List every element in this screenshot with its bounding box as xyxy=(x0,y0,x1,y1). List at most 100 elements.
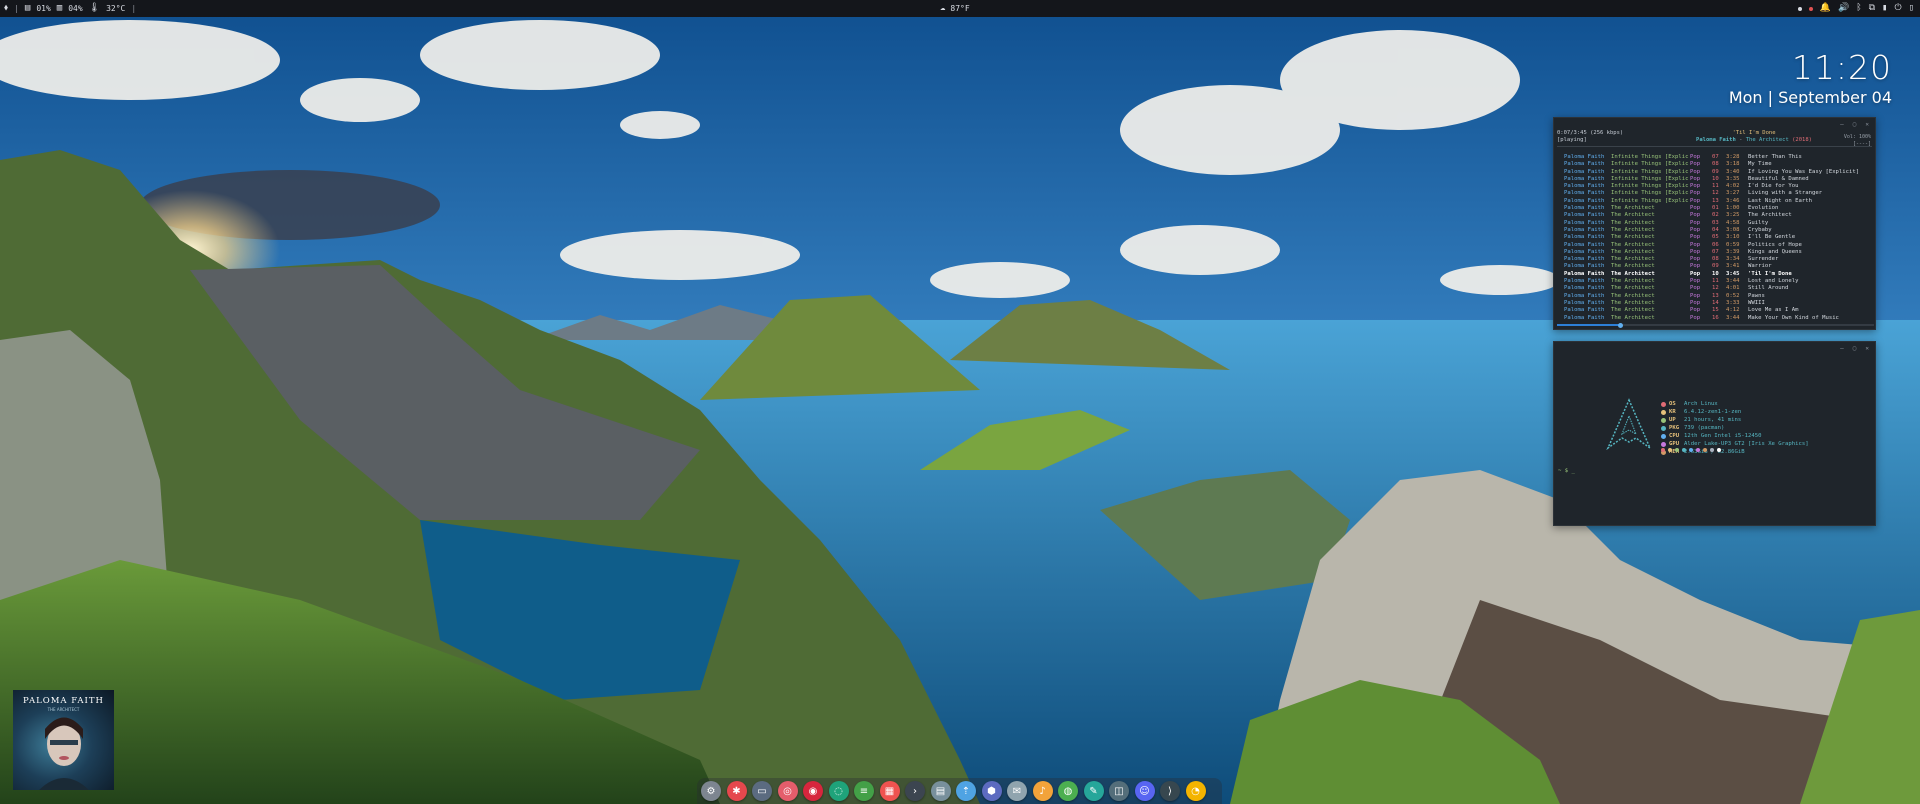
monitor-icon[interactable]: ◫ xyxy=(1109,781,1129,801)
maps-icon[interactable]: ◍ xyxy=(1058,781,1078,801)
track-album: Infinite Things [Explic xyxy=(1611,154,1689,160)
maximize-icon[interactable]: ▢ xyxy=(1853,121,1857,128)
now-playing-artist: Paloma Faith xyxy=(1696,137,1736,143)
bluetooth-icon[interactable]: ᛒ xyxy=(1856,0,1861,17)
arch-logo-icon[interactable]: ⬧ xyxy=(4,0,8,17)
chrome-icon[interactable]: ◔ xyxy=(1185,781,1206,801)
app-red-gear-icon[interactable]: ✱ xyxy=(726,781,747,801)
track-title: Guilty xyxy=(1748,219,1769,226)
settings-icon[interactable]: ⚙ xyxy=(701,781,721,801)
track-genre: Pop xyxy=(1690,307,1701,314)
volume-icon[interactable]: 🔊 xyxy=(1838,0,1849,17)
track-artist: Paloma Faith xyxy=(1564,226,1605,233)
debian-icon[interactable]: ◉ xyxy=(803,781,823,801)
screen-icon[interactable]: ▭ xyxy=(752,781,772,801)
playlist-row[interactable]: Paloma Faith The Architect Pop 01 1:00 Evolut… xyxy=(1564,205,1859,212)
shield-icon[interactable]: ⬢ xyxy=(981,781,1002,801)
terminal-icon[interactable]: › xyxy=(905,781,925,801)
minimize-icon[interactable]: — xyxy=(1840,345,1844,352)
playlist-row[interactable]: Paloma Faith Infinite Things [Explic Pop 12… xyxy=(1564,190,1859,197)
close-icon[interactable]: ✕ xyxy=(1865,345,1869,352)
track-length: 0:52 xyxy=(1726,292,1740,299)
calendar-icon[interactable]: ▦ xyxy=(879,781,900,801)
battery-icon[interactable]: ▮ xyxy=(1882,0,1887,17)
playlist-row[interactable]: Paloma Faith The Architect Pop 08 3:34 Surren… xyxy=(1564,256,1859,263)
track-title: Lost and Lonely xyxy=(1748,278,1799,285)
track-artist: Paloma Faith xyxy=(1564,256,1605,263)
stack-icon[interactable]: ≡ xyxy=(854,781,874,801)
music-icon[interactable]: ♪ xyxy=(1032,781,1053,801)
track-year: 07 xyxy=(1712,154,1719,160)
playlist-row[interactable]: Paloma Faith The Architect Pop 16 3:44 Make Y… xyxy=(1564,315,1859,322)
playlist-row[interactable]: Paloma Faith Infinite Things [Explic Pop 07… xyxy=(1564,154,1859,161)
info-value: Alder Lake-UP3 GT2 [Iris Xe Graphics] xyxy=(1684,441,1809,447)
track-length: 4:02 xyxy=(1726,183,1740,190)
code-icon[interactable]: ⟩ xyxy=(1160,781,1180,801)
playlist-row[interactable]: Paloma Faith The Architect Pop 02 3:25 The Ar… xyxy=(1564,212,1859,219)
shell-prompt[interactable]: ~ $ _ xyxy=(1558,468,1575,474)
track-artist: Paloma Faith xyxy=(1564,197,1605,204)
track-genre: Pop xyxy=(1690,278,1701,285)
track-title: Politics of Hope xyxy=(1748,241,1802,248)
files-icon[interactable]: ▤ xyxy=(930,781,951,801)
feather-icon[interactable]: ✎ xyxy=(1083,781,1104,801)
maximize-icon[interactable]: ▢ xyxy=(1853,345,1857,352)
track-album: Infinite Things [Explic xyxy=(1611,168,1689,175)
playlist-row[interactable]: Paloma Faith Infinite Things [Explic Pop 10… xyxy=(1564,176,1859,183)
playlist-row[interactable]: Paloma Faith The Architect Pop 14 3:33 WWIII xyxy=(1564,300,1859,307)
album-art-widget[interactable]: PALOMA FAITH THE ARCHITECT xyxy=(13,690,114,790)
track-genre: Pop xyxy=(1690,234,1701,241)
track-length: 3:33 xyxy=(1726,299,1740,306)
seek-knob[interactable] xyxy=(1617,322,1623,328)
playback-progress-bar[interactable] xyxy=(1557,322,1874,328)
playlist-row[interactable]: Paloma Faith Infinite Things [Explic Pop 11… xyxy=(1564,183,1859,190)
track-genre: Pop xyxy=(1690,190,1701,197)
discord-icon[interactable]: ☺ xyxy=(1134,781,1155,801)
track-year: 11 xyxy=(1712,183,1719,190)
info-bullet-icon xyxy=(1661,409,1666,415)
weather-widget[interactable]: ☁ 87°F xyxy=(940,0,970,17)
close-icon[interactable]: ✕ xyxy=(1865,121,1869,128)
playlist-row[interactable]: Paloma Faith The Architect Pop 10 3:45 'Til I… xyxy=(1564,271,1859,278)
playlist-row[interactable]: Paloma Faith The Architect Pop 11 3:44 Lost a… xyxy=(1564,278,1859,285)
track-genre: Pop xyxy=(1690,168,1701,175)
playlist-row[interactable]: Paloma Faith Infinite Things [Explic Pop 09… xyxy=(1564,169,1859,176)
cpu-temperature: 32°C xyxy=(106,4,126,13)
track-length: 3:41 xyxy=(1726,263,1740,270)
bell-icon[interactable]: 🔔 xyxy=(1820,0,1831,17)
track-artist: Paloma Faith xyxy=(1564,307,1605,314)
playlist-row[interactable]: Paloma Faith The Architect Pop 13 0:52 Pawns xyxy=(1564,293,1859,300)
now-playing-title: 'Til I'm Done xyxy=(1732,130,1776,136)
upload-icon[interactable]: ⇡ xyxy=(956,781,976,801)
music-player-window[interactable]: — ▢ ✕ 0:07/3:45 (256 kbps) [playing] 'Ti… xyxy=(1553,117,1876,330)
system-info-window[interactable]: — ▢ ✕ OS Arch Linux KR 6.4.12-zen1-1-zen UP 2… xyxy=(1553,341,1876,526)
playlist-row[interactable]: Paloma Faith The Architect Pop 03 4:58 Guilty xyxy=(1564,220,1859,227)
network-icon[interactable]: ⧉ xyxy=(1869,0,1875,17)
power-icon[interactable]: ⏻ xyxy=(1894,0,1901,17)
track-album: The Architect xyxy=(1611,226,1655,233)
search-app-icon[interactable]: ◎ xyxy=(777,781,798,801)
mail-icon[interactable]: ✉ xyxy=(1007,781,1027,801)
playlist-row[interactable]: Paloma Faith Infinite Things [Explic Pop 13… xyxy=(1564,198,1859,205)
track-album: The Architect xyxy=(1611,314,1655,321)
now-playing-info: 'Til I'm Done Paloma Faith - The Archite… xyxy=(1654,130,1854,144)
playlist-row[interactable]: Paloma Faith The Architect Pop 04 3:08 Crybab… xyxy=(1564,227,1859,234)
track-title: Evolution xyxy=(1748,205,1779,212)
track-genre: Pop xyxy=(1690,175,1701,182)
playlist-row[interactable]: Paloma Faith The Architect Pop 12 4:01 Still … xyxy=(1564,285,1859,292)
menu-icon[interactable]: ▯ xyxy=(1909,0,1914,17)
system-info-row: GPU Alder Lake-UP3 GT2 [Iris Xe Graphics] xyxy=(1661,440,1809,448)
track-artist: Paloma Faith xyxy=(1564,241,1605,248)
playlist-row[interactable]: Paloma Faith The Architect Pop 07 3:39 Kings … xyxy=(1564,249,1859,256)
playlist-row[interactable]: Paloma Faith The Architect Pop 15 4:12 Love M… xyxy=(1564,307,1859,314)
playlist-row[interactable]: Paloma Faith Infinite Things [Explic Pop 08… xyxy=(1564,161,1859,168)
playlist-row[interactable]: Paloma Faith The Architect Pop 06 0:59 Politi… xyxy=(1564,242,1859,249)
track-length: 3:39 xyxy=(1726,248,1740,255)
playlist-row[interactable]: Paloma Faith The Architect Pop 05 3:10 I'll B… xyxy=(1564,234,1859,241)
system-info-row: KR 6.4.12-zen1-1-zen xyxy=(1661,408,1809,416)
track-artist: Paloma Faith xyxy=(1564,285,1605,292)
browser-icon[interactable]: ◌ xyxy=(828,781,849,801)
minimize-icon[interactable]: — xyxy=(1840,121,1844,128)
playlist-row[interactable]: Paloma Faith The Architect Pop 09 3:41 Warrio… xyxy=(1564,263,1859,270)
track-length: 4:58 xyxy=(1726,219,1740,226)
